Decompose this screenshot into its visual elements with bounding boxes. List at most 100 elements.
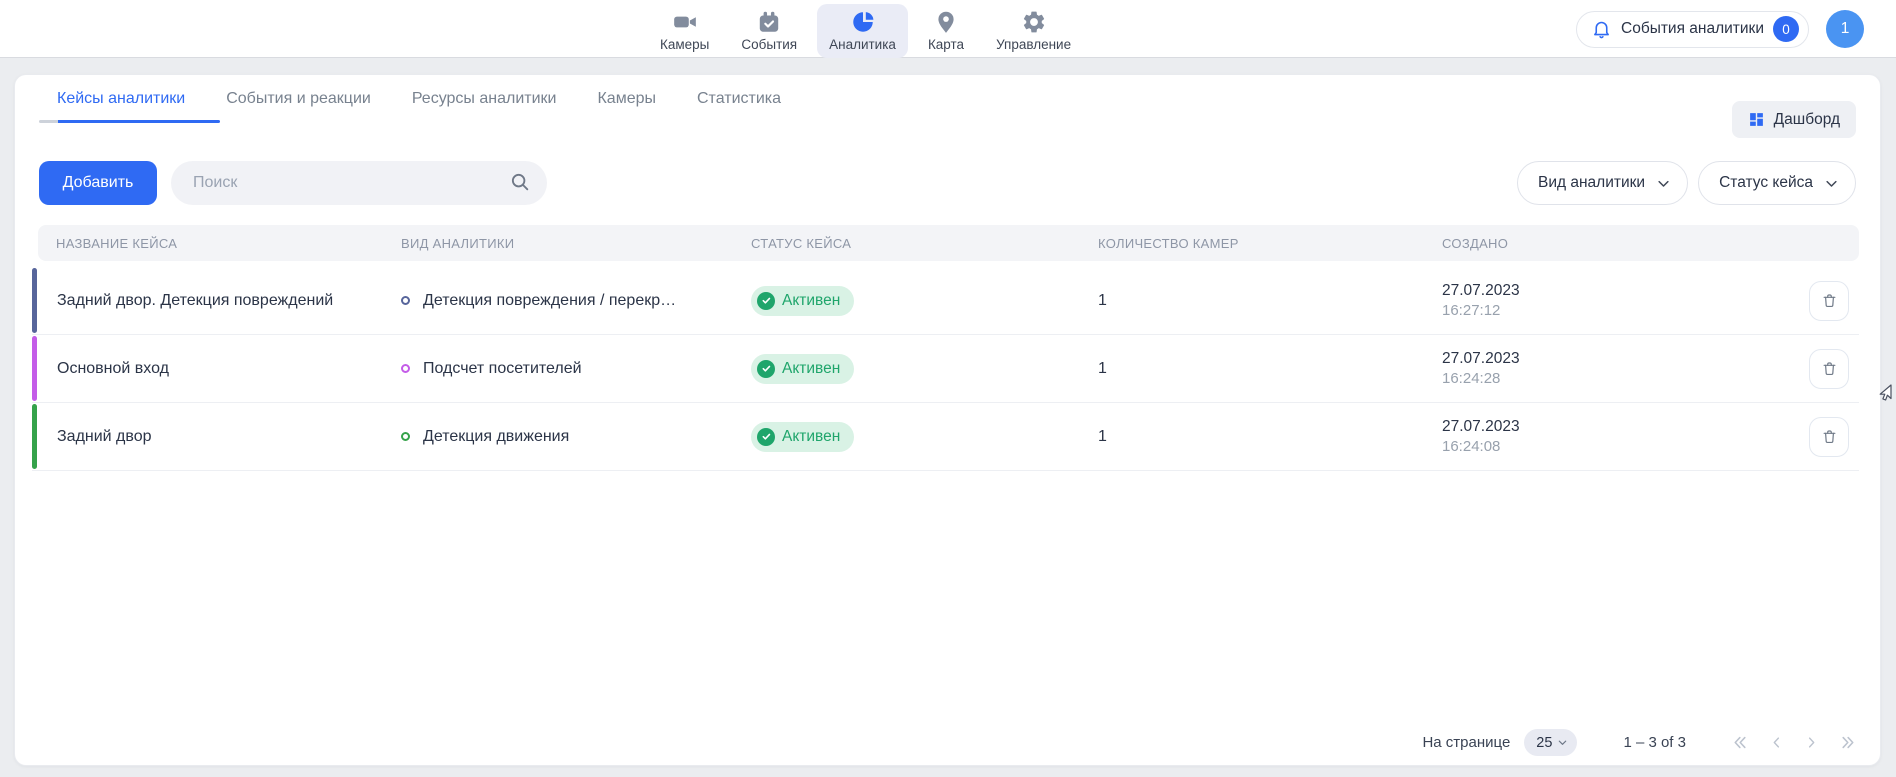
check-circle-icon	[757, 292, 775, 310]
table-row[interactable]: Задний двор. Детекция повреждений Детекц…	[32, 267, 1859, 335]
tab-analytics-resources[interactable]: Ресурсы аналитики	[412, 90, 557, 123]
main-nav: Камеры События Аналитика Карта Управлени…	[648, 4, 1083, 58]
type-ring-icon	[401, 364, 410, 373]
created-date: 27.07.2023	[1442, 417, 1780, 437]
table-row[interactable]: Основной вход Подсчет посетителей Активе…	[32, 335, 1859, 403]
analytics-type-cell: Детекция повреждения / перекр…	[401, 292, 751, 310]
status-label: Активен	[782, 292, 840, 310]
delete-case-button[interactable]	[1809, 417, 1849, 457]
first-page-button[interactable]	[1730, 734, 1749, 751]
analytics-type-filter[interactable]: Вид аналитики	[1517, 161, 1688, 205]
check-circle-icon	[757, 428, 775, 446]
row-actions	[1780, 281, 1859, 321]
case-status-cell: Активен	[751, 354, 1094, 384]
analytics-type-label: Детекция движения	[423, 428, 569, 446]
analytics-type-label: Детекция повреждения / перекр…	[423, 292, 676, 310]
nav-item-analytics[interactable]: Аналитика	[817, 4, 908, 58]
chevron-down-icon	[1557, 737, 1568, 748]
events-button-label: События аналитики	[1621, 20, 1764, 38]
camera-count: 1	[1094, 428, 1440, 446]
tabs-row: Кейсы аналитики События и реакции Ресурс…	[15, 75, 1880, 123]
nav-item-map[interactable]: Карта	[916, 4, 976, 58]
trash-icon	[1821, 360, 1838, 377]
created-time: 16:24:08	[1442, 437, 1780, 457]
column-header-case-status: СТАТУС КЕЙСА	[751, 236, 1094, 251]
chevron-left-icon	[1769, 734, 1784, 751]
search-icon[interactable]	[509, 171, 531, 193]
case-status-filter[interactable]: Статус кейса	[1698, 161, 1856, 205]
case-name: Задний двор	[32, 428, 401, 446]
type-ring-icon	[401, 432, 410, 441]
created-time: 16:24:28	[1442, 369, 1780, 389]
double-chevron-right-icon	[1839, 734, 1858, 751]
tab-label: Статистика	[697, 90, 781, 107]
video-camera-icon	[672, 9, 698, 35]
created-date: 27.07.2023	[1442, 281, 1780, 301]
chevron-right-icon	[1804, 734, 1819, 751]
nav-item-events[interactable]: События	[729, 4, 809, 58]
nav-label: Управление	[996, 37, 1071, 52]
delete-case-button[interactable]	[1809, 349, 1849, 389]
nav-item-cameras[interactable]: Камеры	[648, 4, 721, 58]
next-page-button[interactable]	[1804, 734, 1819, 751]
events-count-badge: 0	[1773, 16, 1799, 42]
search-box	[171, 161, 547, 205]
table-body: Задний двор. Детекция повреждений Детекц…	[32, 267, 1859, 471]
pie-chart-icon	[850, 9, 876, 35]
map-pin-icon	[933, 9, 959, 35]
filter-label: Вид аналитики	[1538, 174, 1645, 192]
delete-case-button[interactable]	[1809, 281, 1849, 321]
dashboard-button-label: Дашборд	[1774, 111, 1840, 129]
double-chevron-left-icon	[1730, 734, 1749, 751]
toolbar: Добавить Вид аналитики Статус кейса	[39, 161, 1856, 205]
analytics-type-label: Подсчет посетителей	[423, 360, 582, 378]
status-badge: Активен	[751, 422, 854, 452]
table-header: НАЗВАНИЕ КЕЙСА ВИД АНАЛИТИКИ СТАТУС КЕЙС…	[38, 225, 1859, 261]
status-label: Активен	[782, 360, 840, 378]
tab-label: Камеры	[597, 90, 656, 107]
created-time: 16:27:12	[1442, 301, 1780, 321]
column-header-camera-count: КОЛИЧЕСТВО КАМЕР	[1094, 236, 1440, 251]
camera-count: 1	[1094, 360, 1440, 378]
pagination: На странице 25 1 – 3 of 3	[1422, 729, 1858, 756]
analytics-cases-panel: Кейсы аналитики События и реакции Ресурс…	[14, 74, 1881, 766]
analytics-events-button[interactable]: События аналитики 0	[1576, 11, 1809, 48]
dashboard-grid-icon	[1748, 111, 1765, 128]
analytics-type-cell: Детекция движения	[401, 428, 751, 446]
tab-cameras[interactable]: Камеры	[597, 90, 656, 123]
case-status-cell: Активен	[751, 286, 1094, 316]
cases-table: НАЗВАНИЕ КЕЙСА ВИД АНАЛИТИКИ СТАТУС КЕЙС…	[32, 225, 1859, 471]
trash-icon	[1821, 292, 1838, 309]
prev-page-button[interactable]	[1769, 734, 1784, 751]
trash-icon	[1821, 428, 1838, 445]
row-accent-bar	[32, 404, 37, 469]
status-label: Активен	[782, 428, 840, 446]
tab-events-reactions[interactable]: События и реакции	[226, 90, 371, 123]
dashboard-button[interactable]: Дашборд	[1732, 101, 1856, 138]
avatar[interactable]: 1	[1826, 10, 1864, 48]
search-input[interactable]	[171, 174, 547, 192]
calendar-check-icon	[756, 9, 782, 35]
last-page-button[interactable]	[1839, 734, 1858, 751]
per-page-select[interactable]: 25	[1524, 729, 1577, 756]
nav-item-management[interactable]: Управление	[984, 4, 1083, 58]
top-header: Камеры События Аналитика Карта Управлени…	[0, 0, 1896, 58]
table-row[interactable]: Задний двор Детекция движения Активен 1 …	[32, 403, 1859, 471]
tab-analytics-cases[interactable]: Кейсы аналитики	[57, 90, 185, 123]
tab-statistics[interactable]: Статистика	[697, 90, 781, 123]
nav-label: Камеры	[660, 37, 709, 52]
per-page-label: На странице	[1422, 734, 1510, 751]
created-cell: 27.07.2023 16:24:28	[1440, 349, 1780, 389]
add-case-button[interactable]: Добавить	[39, 161, 157, 205]
tab-label: События и реакции	[226, 90, 371, 107]
type-ring-icon	[401, 296, 410, 305]
row-actions	[1780, 349, 1859, 389]
case-status-cell: Активен	[751, 422, 1094, 452]
analytics-type-cell: Подсчет посетителей	[401, 360, 751, 378]
nav-label: События	[741, 37, 797, 52]
check-circle-icon	[757, 360, 775, 378]
page-range: 1 – 3 of 3	[1623, 734, 1686, 751]
bell-icon	[1591, 19, 1612, 40]
row-accent-bar	[32, 268, 37, 333]
pager-controls	[1730, 734, 1858, 751]
